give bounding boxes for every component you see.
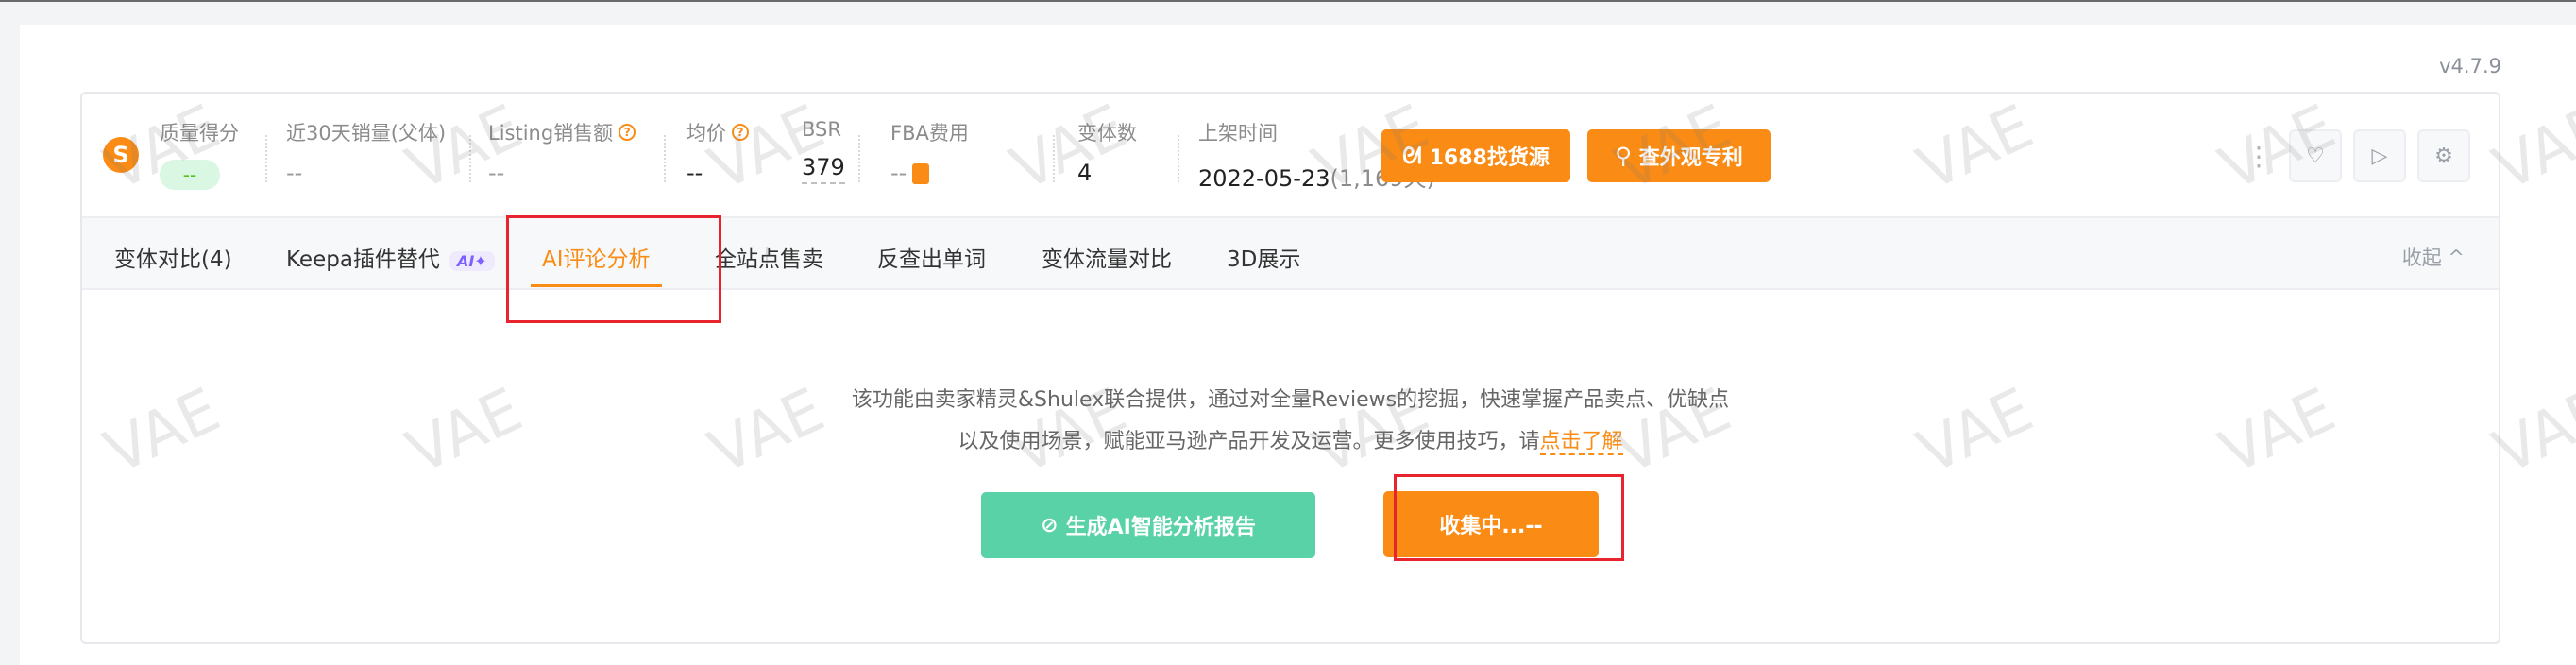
- top-border: [0, 0, 2576, 2]
- stat-avgprice-value: --: [686, 160, 703, 186]
- stat-fba: FBA费用 --: [890, 118, 969, 186]
- stat-quality-label: 质量得分: [160, 122, 239, 145]
- check-patent-button[interactable]: ⚲ 查外观专利: [1587, 129, 1771, 182]
- calculator-icon[interactable]: [912, 163, 930, 184]
- divider: [858, 135, 860, 182]
- stat-variants-value: 4: [1077, 160, 1093, 186]
- favorite-heart-icon[interactable]: ♡: [2289, 129, 2342, 182]
- tab-reverse-keywords[interactable]: 反查出单词: [877, 241, 986, 273]
- source-link-icon: ᘛ: [1402, 143, 1422, 169]
- learn-more-link[interactable]: 点击了解: [1539, 430, 1623, 455]
- divider: [469, 135, 471, 182]
- find-source-1688-button[interactable]: ᘛ 1688找货源: [1381, 129, 1570, 182]
- help-icon[interactable]: ?: [732, 124, 749, 141]
- stat-fba-value: --: [890, 160, 907, 186]
- stat-bsr-value[interactable]: 379: [802, 154, 845, 184]
- help-icon[interactable]: ?: [619, 124, 636, 141]
- stat-avgprice-label: 均价: [686, 122, 726, 145]
- video-play-icon[interactable]: ▷: [2353, 129, 2406, 182]
- stat-listing-sales: Listing销售额? --: [488, 118, 636, 186]
- stat-sales30-value: --: [286, 160, 303, 186]
- stat-listing-value: --: [488, 160, 505, 186]
- stats-row: S 质量得分 -- 近30天销量(父体) -- Listing销售额? -- 均…: [82, 94, 2499, 216]
- patent-search-icon: ⚲: [1615, 143, 1632, 169]
- check-patent-label: 查外观专利: [1638, 146, 1743, 170]
- divider: [664, 135, 666, 182]
- stat-bsr-label: BSR: [802, 118, 841, 141]
- stat-quality: 质量得分 --: [160, 118, 239, 190]
- tab-keepa[interactable]: Keepa插件替代 AI✦: [286, 241, 495, 273]
- stat-avg-price: 均价? --: [686, 118, 749, 186]
- divider: [1053, 135, 1055, 182]
- generate-report-label: 生成AI智能分析报告: [1065, 516, 1256, 539]
- stat-variants-label: 变体数: [1077, 122, 1137, 145]
- description-line-1: 该功能由卖家精灵&Shulex联合提供，通过对全量Reviews的挖掘，快速掌握…: [851, 388, 1730, 412]
- highlight-box-button: [1394, 474, 1624, 561]
- divider: [265, 135, 267, 182]
- quality-score-pill: --: [160, 160, 220, 190]
- tab-variant-traffic[interactable]: 变体流量对比: [1042, 241, 1172, 273]
- card-controls: ⋮ ♡ ▷ ⚙: [2240, 129, 2470, 182]
- stat-fba-label: FBA费用: [890, 122, 969, 145]
- stat-sales30: 近30天销量(父体) --: [286, 118, 446, 186]
- description-line-2: 以及使用场景，赋能亚马逊产品开发及运营。更多使用技巧，请点击了解: [82, 424, 2499, 455]
- tab-3d-view[interactable]: 3D展示: [1227, 241, 1300, 273]
- tab-all-sites[interactable]: 全站点售卖: [715, 241, 823, 273]
- divider: [1178, 135, 1179, 182]
- settings-gear-icon[interactable]: ⚙: [2417, 129, 2470, 182]
- link-icon: ⊘: [1041, 513, 1059, 537]
- stat-variants: 变体数 4: [1077, 118, 1137, 186]
- tab-variant-compare[interactable]: 变体对比(4): [114, 241, 232, 273]
- tab-keepa-label: Keepa插件替代: [286, 247, 440, 272]
- find-source-label: 1688找货源: [1429, 146, 1550, 170]
- more-dots-icon[interactable]: ⋮: [2240, 129, 2278, 182]
- product-card: S 质量得分 -- 近30天销量(父体) -- Listing销售额? -- 均…: [80, 92, 2500, 644]
- highlight-box-tab: [506, 215, 721, 323]
- sellersprite-logo-icon: S: [103, 137, 139, 173]
- generate-ai-report-button[interactable]: ⊘ 生成AI智能分析报告: [981, 492, 1315, 558]
- feature-tabs: 变体对比(4) Keepa插件替代 AI✦ AI评论分析 全站点售卖 反查出单词 …: [82, 216, 2499, 290]
- stat-listed-date: 2022-05-23: [1198, 165, 1330, 192]
- stat-bsr: BSR 379: [802, 118, 845, 184]
- stat-listing-label: Listing销售额: [488, 122, 614, 145]
- version-label: v4.7.9: [2439, 55, 2501, 77]
- collapse-toggle[interactable]: 收起 ^: [2402, 243, 2465, 271]
- description-line-2-text: 以及使用场景，赋能亚马逊产品开发及运营。更多使用技巧，请: [958, 430, 1540, 453]
- stat-sales30-label: 近30天销量(父体): [286, 122, 447, 145]
- ai-badge: AI✦: [449, 251, 495, 271]
